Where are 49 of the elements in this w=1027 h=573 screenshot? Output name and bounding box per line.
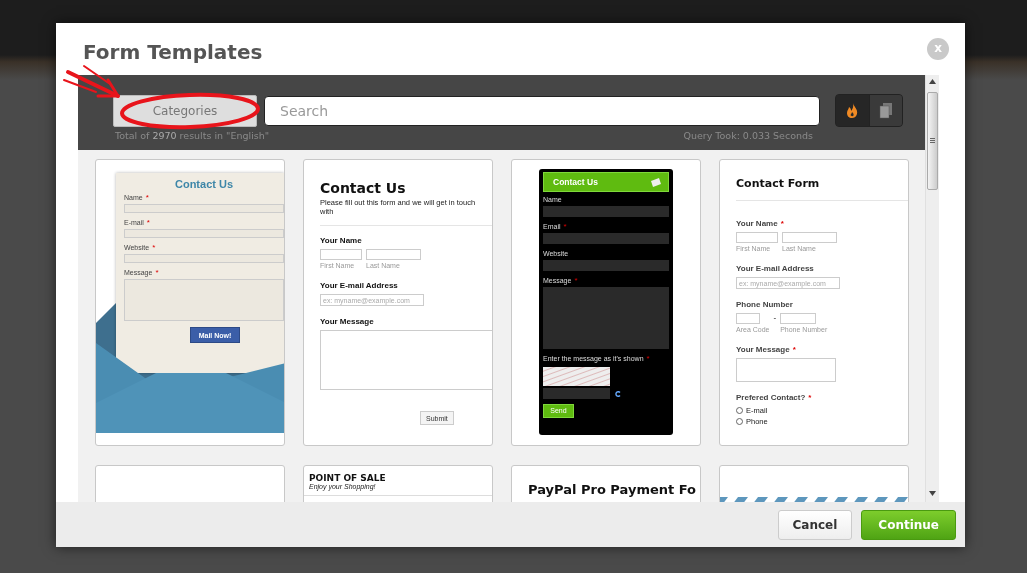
field-label: Your Message * <box>736 345 797 355</box>
field-label: Your Name <box>320 236 363 246</box>
input-field <box>780 313 817 324</box>
required-mark: * <box>152 243 156 252</box>
form-title: PayPal Pro Payment Fo <box>528 482 698 497</box>
required-mark: * <box>145 193 149 202</box>
view-toggle-button[interactable] <box>869 95 902 126</box>
field-label: Your Message <box>320 317 375 327</box>
required-mark: * <box>146 218 150 227</box>
scrollbar[interactable] <box>925 75 939 502</box>
grip-icon <box>930 138 935 144</box>
view-toggle-button[interactable] <box>836 95 869 126</box>
field-label: Prefered Contact? * <box>736 393 813 403</box>
input-field <box>736 313 760 324</box>
required-mark: * <box>646 354 650 363</box>
input-field <box>782 232 837 243</box>
dialog-title: Form Templates <box>83 40 263 64</box>
input-field <box>736 232 778 243</box>
field-label: Your Name * <box>736 219 785 229</box>
required-mark: * <box>574 276 578 285</box>
required-mark: * <box>792 345 796 354</box>
pages-icon <box>878 102 894 119</box>
scroll-down-icon[interactable] <box>929 491 936 496</box>
form-title: Contact Us <box>173 178 235 190</box>
separator: - <box>773 313 777 322</box>
form-title: POINT OF SALE <box>309 473 387 483</box>
form-title: Contact Form <box>736 177 821 190</box>
captcha-image <box>543 367 610 386</box>
cancel-button[interactable]: Cancel <box>777 509 853 540</box>
refresh-icon <box>615 390 621 397</box>
input-field <box>543 388 610 399</box>
required-mark: * <box>780 219 784 228</box>
input-field <box>320 249 362 260</box>
template-card[interactable]: PayPal Pro Payment Fo <box>511 465 701 502</box>
required-mark: * <box>563 222 567 231</box>
required-mark: * <box>808 393 812 402</box>
field-label: Your E-mail Address <box>320 281 399 291</box>
field-label: Your E-mail Address <box>736 264 815 274</box>
results-count: Total of 2970 results in "English" <box>115 130 270 141</box>
envelope-icon <box>650 177 662 187</box>
scroll-up-icon[interactable] <box>929 79 936 84</box>
search-field[interactable]: Search <box>264 95 820 126</box>
required-mark: * <box>155 268 159 277</box>
form-header: Contact Us <box>543 172 669 192</box>
input-field <box>366 249 421 260</box>
field-label: Phone Number <box>736 300 794 310</box>
form-title: Contact Us <box>320 180 407 196</box>
scrollbar-thumb[interactable] <box>927 92 938 190</box>
query-time: Query Took: 0.033 Seconds <box>683 130 813 141</box>
